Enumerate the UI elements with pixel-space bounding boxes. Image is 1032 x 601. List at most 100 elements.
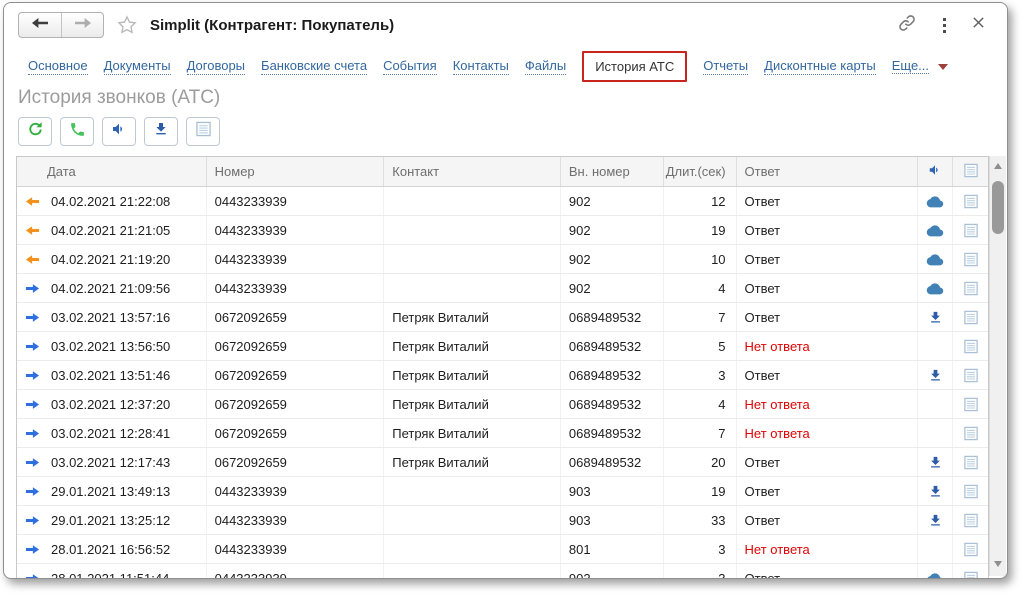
download-icon[interactable] [918, 506, 953, 534]
call-duration: 12 [664, 187, 737, 215]
copy-link-icon[interactable] [897, 13, 917, 38]
tab-10[interactable]: Дисконтные карты [764, 58, 876, 75]
column-header-contact[interactable]: Контакт [384, 157, 561, 186]
caller-number: 0443233939 [207, 477, 385, 505]
cloud-icon[interactable] [918, 274, 953, 302]
dropdown-triangle-icon [938, 64, 948, 70]
favorite-star-icon[interactable] [116, 14, 138, 36]
table-row[interactable]: 03.02.2021 13:57:16 0672092659 Петряк Ви… [17, 303, 988, 332]
contact-name: Петряк Виталий [384, 419, 561, 447]
document-icon[interactable] [953, 303, 988, 331]
download-icon[interactable] [918, 477, 953, 505]
incoming-call-arrow-icon [25, 339, 41, 354]
document-icon[interactable] [953, 506, 988, 534]
call-button[interactable] [60, 117, 94, 146]
tab-6[interactable]: Контакты [453, 58, 509, 75]
column-header-memo[interactable] [953, 157, 988, 186]
listen-button[interactable] [102, 117, 136, 146]
app-window: Simplit (Контрагент: Покупатель) Основно… [3, 2, 1008, 579]
internal-number: 0689489532 [561, 448, 664, 476]
document-icon[interactable] [953, 419, 988, 447]
call-date: 03.02.2021 13:57:16 [51, 310, 170, 325]
table-row[interactable]: 28.01.2021 11:51:44 0443233939 902 3 Отв… [17, 564, 988, 578]
cloud-icon[interactable] [918, 187, 953, 215]
internal-number: 902 [561, 187, 664, 215]
more-menu-icon[interactable] [941, 16, 948, 35]
table-row[interactable]: 03.02.2021 12:17:43 0672092659 Петряк Ви… [17, 448, 988, 477]
document-icon[interactable] [953, 564, 988, 578]
document-icon[interactable] [953, 187, 988, 215]
answer-status: Ответ [737, 274, 919, 302]
table-row[interactable]: 03.02.2021 12:37:20 0672092659 Петряк Ви… [17, 390, 988, 419]
card-button[interactable] [186, 117, 220, 146]
tab-5[interactable]: События [383, 58, 437, 75]
tab-1[interactable]: Основное [28, 58, 88, 75]
document-icon[interactable] [953, 216, 988, 244]
document-icon[interactable] [953, 477, 988, 505]
column-header-internal[interactable]: Вн. номер [561, 157, 664, 186]
caller-number: 0443233939 [207, 564, 385, 578]
tab-3[interactable]: Договоры [187, 58, 245, 75]
table-row[interactable]: 03.02.2021 13:56:50 0672092659 Петряк Ви… [17, 332, 988, 361]
column-header-number[interactable]: Номер [207, 157, 385, 186]
table-row[interactable]: 29.01.2021 13:49:13 0443233939 903 19 От… [17, 477, 988, 506]
scroll-up-button[interactable] [990, 158, 1006, 174]
tab-4[interactable]: Банковские счета [261, 58, 367, 75]
tab-7[interactable]: Файлы [525, 58, 566, 75]
scroll-down-button[interactable] [990, 556, 1006, 572]
table-row[interactable]: 04.02.2021 21:19:20 0443233939 902 10 От… [17, 245, 988, 274]
column-header-duration[interactable]: Длит.(сек) [664, 157, 737, 186]
cloud-icon[interactable] [918, 245, 953, 273]
title-bar: Simplit (Контрагент: Покупатель) [4, 10, 1007, 40]
contact-name: Петряк Виталий [384, 303, 561, 331]
refresh-button[interactable] [18, 117, 52, 146]
table-row[interactable]: 28.01.2021 16:56:52 0443233939 801 3 Нет… [17, 535, 988, 564]
download-icon[interactable] [918, 361, 953, 389]
document-icon[interactable] [953, 390, 988, 418]
download-icon[interactable] [918, 448, 953, 476]
tab-2[interactable]: Документы [104, 58, 171, 75]
call-date: 04.02.2021 21:22:08 [51, 194, 170, 209]
tab-8[interactable]: История АТС [582, 51, 687, 82]
back-button[interactable] [19, 13, 61, 37]
speaker-icon [928, 163, 942, 180]
close-icon[interactable] [972, 16, 985, 34]
tab-9[interactable]: Отчеты [703, 58, 748, 75]
document-icon[interactable] [953, 245, 988, 273]
call-duration: 4 [664, 274, 737, 302]
audio-cell[interactable] [918, 390, 953, 418]
document-icon[interactable] [953, 535, 988, 563]
cloud-icon[interactable] [918, 216, 953, 244]
download-button[interactable] [144, 117, 178, 146]
column-header-date[interactable]: Дата [17, 157, 207, 186]
document-icon[interactable] [953, 332, 988, 360]
audio-cell[interactable] [918, 535, 953, 563]
answer-status: Нет ответа [737, 535, 919, 563]
forward-button[interactable] [61, 13, 103, 37]
download-icon[interactable] [918, 303, 953, 331]
document-icon[interactable] [953, 361, 988, 389]
column-header-answer[interactable]: Ответ [737, 157, 919, 186]
cloud-icon[interactable] [918, 564, 953, 578]
table-row[interactable]: 04.02.2021 21:22:08 0443233939 902 12 От… [17, 187, 988, 216]
caller-number: 0672092659 [207, 303, 385, 331]
document-icon[interactable] [953, 274, 988, 302]
audio-cell[interactable] [918, 419, 953, 447]
audio-cell[interactable] [918, 332, 953, 360]
vertical-scrollbar[interactable] [989, 156, 1006, 576]
answer-status: Ответ [737, 303, 919, 331]
caller-number: 0672092659 [207, 419, 385, 447]
call-duration: 5 [664, 332, 737, 360]
contact-name [384, 506, 561, 534]
table-row[interactable]: 03.02.2021 12:28:41 0672092659 Петряк Ви… [17, 419, 988, 448]
answer-status: Ответ [737, 564, 919, 578]
table-row[interactable]: 29.01.2021 13:25:12 0443233939 903 33 От… [17, 506, 988, 535]
more-menu[interactable]: Еще... [892, 58, 948, 74]
contact-name [384, 245, 561, 273]
document-icon[interactable] [953, 448, 988, 476]
scrollbar-thumb[interactable] [992, 181, 1004, 234]
column-header-audio[interactable] [918, 157, 953, 186]
table-row[interactable]: 04.02.2021 21:21:05 0443233939 902 19 От… [17, 216, 988, 245]
table-row[interactable]: 04.02.2021 21:09:56 0443233939 902 4 Отв… [17, 274, 988, 303]
table-row[interactable]: 03.02.2021 13:51:46 0672092659 Петряк Ви… [17, 361, 988, 390]
